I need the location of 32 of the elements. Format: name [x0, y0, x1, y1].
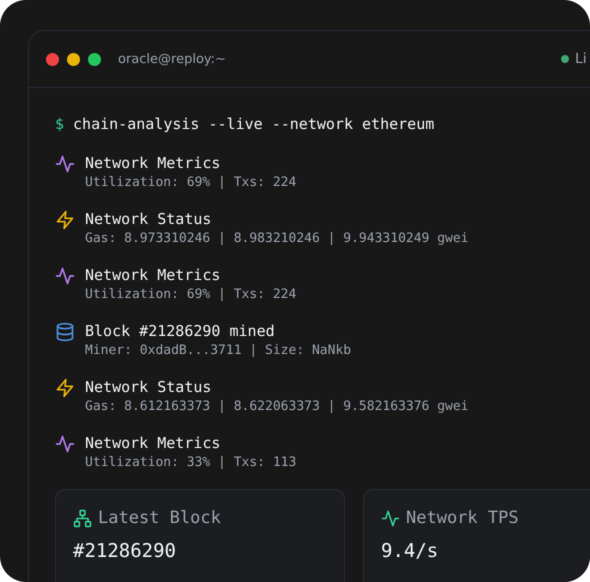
prompt-symbol: $: [55, 115, 64, 133]
activity-icon: [55, 154, 75, 174]
log-title: Network Status: [85, 377, 212, 397]
card-label: Network TPS: [406, 508, 519, 528]
lightning-icon: [55, 378, 75, 398]
window-title: oracle@reploy:~: [118, 52, 226, 66]
log-title: Network Metrics: [85, 265, 222, 285]
minimize-button[interactable]: [67, 52, 80, 66]
card-value: 9.4/s: [381, 540, 440, 562]
lightning-icon: [55, 210, 75, 230]
maximize-button[interactable]: [88, 52, 101, 66]
card-value: #21286290: [73, 540, 177, 562]
log-title: Network Metrics: [85, 153, 222, 173]
log-detail: Gas: 8.612163373 | 8.622063373 | 9.582163376 gwei: [85, 398, 469, 416]
activity-icon: [55, 266, 75, 286]
log-title: Network Status: [85, 209, 212, 229]
status-dot: [561, 55, 569, 63]
network-icon: [73, 508, 92, 528]
status-label: Li: [575, 51, 587, 67]
card-label: Latest Block: [98, 508, 221, 528]
log-detail: Utilization: 69% | Txs: 224: [85, 174, 296, 192]
log-detail: Utilization: 69% | Txs: 224: [85, 286, 296, 304]
close-button[interactable]: [46, 52, 59, 66]
command-text: chain-analysis --live --network ethereum: [73, 115, 434, 133]
activity-icon: [381, 508, 400, 528]
log-title: Block #21286290 mined: [85, 321, 276, 341]
log-detail: Utilization: 33% | Txs: 113: [85, 454, 296, 472]
activity-icon: [55, 434, 75, 454]
log-detail: Gas: 8.973310246 | 8.983210246 | 9.943310249 gwei: [85, 230, 469, 248]
log-title: Network Metrics: [85, 433, 222, 453]
log-detail: Miner: 0xdadB...3711 | Size: NaNkb: [85, 342, 352, 360]
database-icon: [55, 322, 75, 342]
